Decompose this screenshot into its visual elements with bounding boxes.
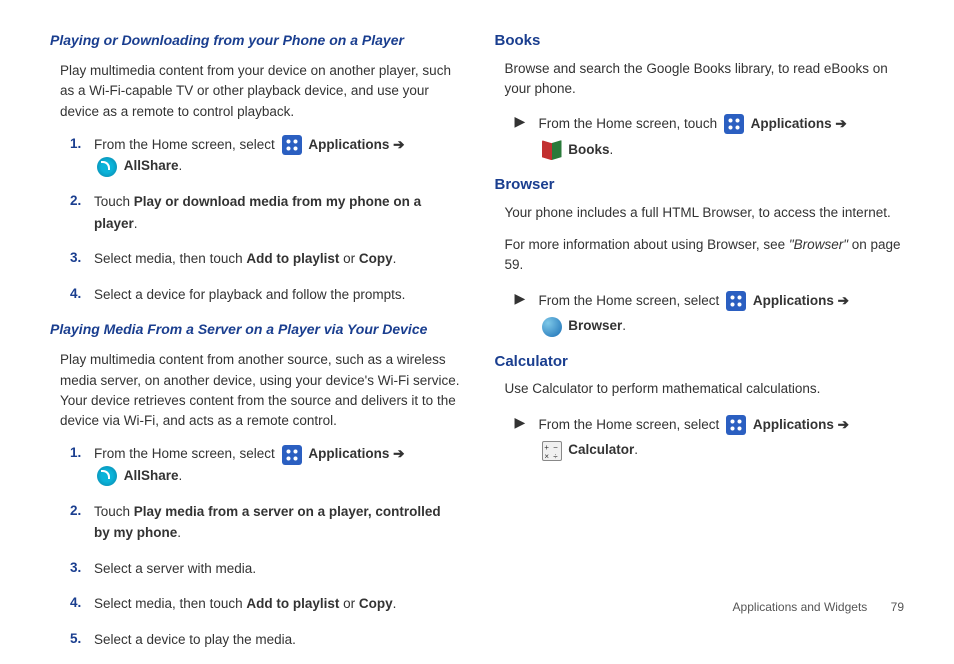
bullet-content: From the Home screen, select Application… (539, 412, 905, 463)
applications-icon (282, 445, 302, 465)
step-content: From the Home screen, select Application… (94, 134, 460, 177)
sub-heading-playing-server: Playing Media From a Server on a Player … (50, 319, 460, 340)
footer-section: Applications and Widgets (733, 600, 868, 614)
paragraph: Play multimedia content from your device… (60, 61, 460, 122)
step-content: Touch Play or download media from my pho… (94, 191, 460, 234)
steps-list-1: 1. From the Home screen, select Applicat… (70, 134, 460, 306)
page-number: 79 (891, 600, 904, 614)
section-heading-calculator: Calculator (495, 351, 905, 374)
page-footer: Applications and Widgets 79 (733, 598, 904, 616)
triangle-bullet-icon: ▶ (515, 288, 539, 339)
page-columns: Playing or Downloading from your Phone o… (50, 30, 904, 664)
instruction-bullet: ▶ From the Home screen, select Applicati… (515, 288, 905, 339)
step-number: 4. (70, 593, 94, 615)
applications-icon (726, 415, 746, 435)
step-content: Touch Play media from a server on a play… (94, 501, 460, 544)
steps-list-2: 1. From the Home screen, select Applicat… (70, 443, 460, 650)
applications-icon (724, 114, 744, 134)
step-number: 1. (70, 443, 94, 486)
left-column: Playing or Downloading from your Phone o… (50, 30, 460, 664)
step-content: From the Home screen, select Application… (94, 443, 460, 486)
instruction-bullet: ▶ From the Home screen, touch Applicatio… (515, 111, 905, 162)
step-number: 3. (70, 248, 94, 270)
triangle-bullet-icon: ▶ (515, 412, 539, 463)
step-number: 3. (70, 558, 94, 580)
bullet-content: From the Home screen, select Application… (539, 288, 905, 339)
step-content: Select a device to play the media. (94, 629, 460, 651)
browser-icon (542, 317, 562, 337)
sub-heading-playing-download: Playing or Downloading from your Phone o… (50, 30, 460, 51)
allshare-icon (97, 157, 117, 177)
triangle-bullet-icon: ▶ (515, 111, 539, 162)
paragraph: For more information about using Browser… (505, 235, 905, 276)
allshare-icon (97, 466, 117, 486)
step-content: Select media, then touch Add to playlist… (94, 593, 460, 615)
paragraph: Your phone includes a full HTML Browser,… (505, 203, 905, 223)
books-icon (542, 140, 562, 160)
paragraph: Play multimedia content from another sou… (60, 350, 460, 431)
applications-icon (282, 135, 302, 155)
step-number: 4. (70, 284, 94, 306)
calculator-icon (542, 441, 562, 461)
step-content: Select media, then touch Add to playlist… (94, 248, 460, 270)
section-heading-books: Books (495, 30, 905, 53)
instruction-bullet: ▶ From the Home screen, select Applicati… (515, 412, 905, 463)
paragraph: Browse and search the Google Books libra… (505, 59, 905, 100)
applications-icon (726, 291, 746, 311)
paragraph: Use Calculator to perform mathematical c… (505, 379, 905, 399)
step-number: 5. (70, 629, 94, 651)
right-column: Books Browse and search the Google Books… (495, 30, 905, 664)
step-content: Select a server with media. (94, 558, 460, 580)
step-content: Select a device for playback and follow … (94, 284, 460, 306)
step-number: 2. (70, 501, 94, 544)
step-number: 1. (70, 134, 94, 177)
step-number: 2. (70, 191, 94, 234)
section-heading-browser: Browser (495, 174, 905, 197)
bullet-content: From the Home screen, touch Applications… (539, 111, 905, 162)
